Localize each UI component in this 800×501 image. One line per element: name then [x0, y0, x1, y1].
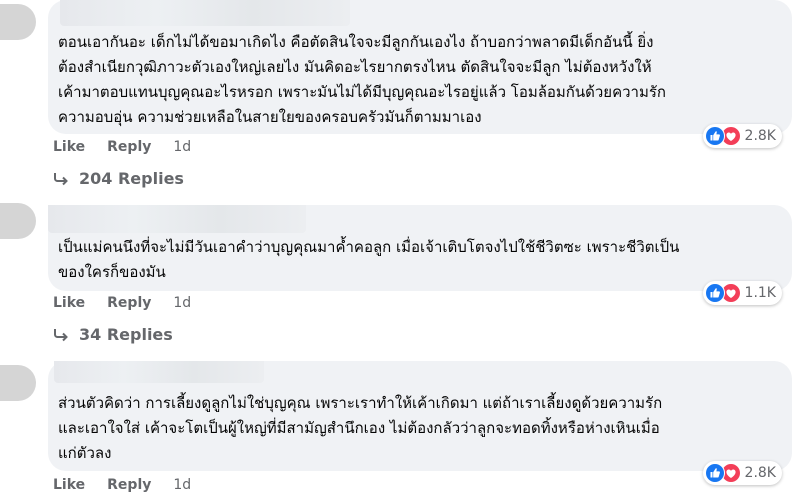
reply-button[interactable]: Reply — [107, 139, 151, 155]
comment-bubble: ตอนเอากันอะ เด็กไม่ได้ขอมาเกิดไง คือตัดส… — [48, 0, 792, 148]
comment-timestamp[interactable]: 1d — [173, 477, 191, 493]
like-button[interactable]: Like — [53, 477, 85, 493]
reaction-summary[interactable]: 2.8K — [702, 124, 782, 148]
replies-count-label: 34 Replies — [79, 325, 173, 344]
commenter-avatar[interactable] — [0, 4, 36, 40]
like-button[interactable]: Like — [53, 295, 85, 311]
reply-button[interactable]: Reply — [107, 295, 151, 311]
replies-count-label: 204 Replies — [79, 169, 184, 188]
reply-arrow-icon — [54, 328, 68, 341]
commenter-name-redacted[interactable] — [48, 205, 306, 233]
comment-actions: Like Reply 1d — [53, 477, 213, 493]
commenter-name-redacted[interactable] — [54, 361, 264, 383]
comment-text: ตอนเอากันอะ เด็กไม่ได้ขอมาเกิดไง คือตัดส… — [58, 33, 666, 126]
reaction-summary[interactable]: 2.8K — [702, 461, 782, 485]
view-replies-link[interactable]: 204 Replies — [53, 169, 184, 188]
reaction-summary[interactable]: 1.1K — [702, 281, 782, 305]
reaction-count: 2.8K — [744, 465, 776, 481]
comment-timestamp[interactable]: 1d — [173, 295, 191, 311]
reaction-count: 2.8K — [744, 128, 776, 144]
like-reaction-icon — [704, 126, 725, 146]
like-reaction-icon — [704, 463, 725, 483]
comment-timestamp[interactable]: 1d — [173, 139, 191, 155]
comment-actions: Like Reply 1d — [53, 295, 213, 311]
commenter-avatar[interactable] — [0, 365, 36, 401]
commenter-name-redacted[interactable] — [60, 0, 350, 26]
commenter-avatar[interactable] — [0, 203, 36, 239]
comment-bubble: เป็นแม่คนนึงที่จะไม่มีวันเอาคำว่าบุญคุณม… — [48, 205, 792, 305]
comment-actions: Like Reply 1d — [53, 139, 213, 155]
comment-bubble: ส่วนตัวคิดว่า การเลี้ยงดูลูกไม่ใช่บุญคุณ… — [48, 361, 792, 485]
like-button[interactable]: Like — [53, 139, 85, 155]
reply-button[interactable]: Reply — [107, 477, 151, 493]
reaction-count: 1.1K — [744, 285, 776, 301]
view-replies-link[interactable]: 34 Replies — [53, 325, 173, 344]
comment-text: ส่วนตัวคิดว่า การเลี้ยงดูลูกไม่ใช่บุญคุณ… — [58, 394, 663, 462]
reply-arrow-icon — [54, 172, 68, 185]
like-reaction-icon — [704, 283, 725, 303]
comment-text: เป็นแม่คนนึงที่จะไม่มีวันเอาคำว่าบุญคุณม… — [58, 238, 680, 281]
